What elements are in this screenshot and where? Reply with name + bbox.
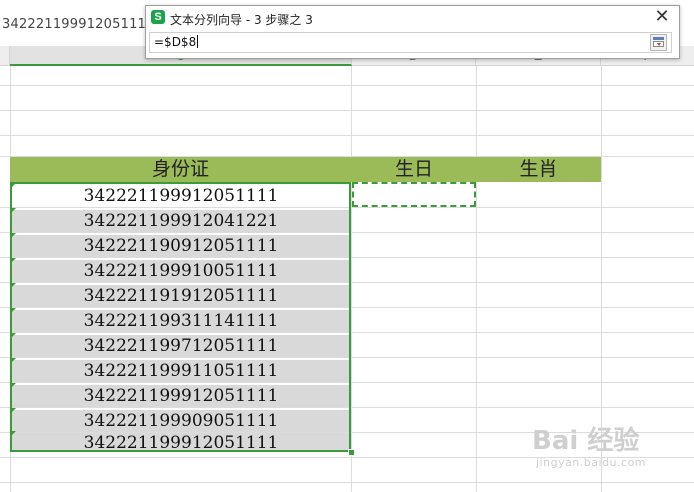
close-button[interactable]: ✕: [653, 8, 671, 26]
column-header-b[interactable]: [0, 46, 10, 66]
baidu-jingyan-watermark: Bai 经验 jingyan.baidu.com: [532, 420, 672, 476]
expand-arrow-icon: [657, 43, 661, 46]
header-id-card[interactable]: 身份证: [10, 157, 351, 182]
destination-reference-input[interactable]: =$D$8: [149, 32, 672, 53]
wps-spreadsheet-icon: S: [151, 10, 165, 24]
selection-range: [10, 182, 351, 452]
watermark-url: jingyan.baidu.com: [536, 456, 647, 469]
text-to-columns-dialog: S 文本分列向导 - 3 步骤之 3 ✕ =$D$8: [145, 5, 680, 59]
expand-dialog-button[interactable]: [650, 34, 667, 51]
fill-handle[interactable]: [348, 449, 355, 456]
formula-bar-text: 342221199912051111: [2, 17, 155, 32]
header-birthday[interactable]: 生日: [352, 157, 476, 182]
text-caret: [197, 35, 199, 48]
dialog-title: 文本分列向导 - 3 步骤之 3: [170, 13, 313, 27]
destination-cell-marquee[interactable]: [352, 182, 476, 207]
watermark-logo-text: Bai 经验: [532, 426, 640, 456]
destination-reference-value: =$D$8: [154, 35, 197, 49]
header-zodiac[interactable]: 生肖: [476, 157, 601, 182]
